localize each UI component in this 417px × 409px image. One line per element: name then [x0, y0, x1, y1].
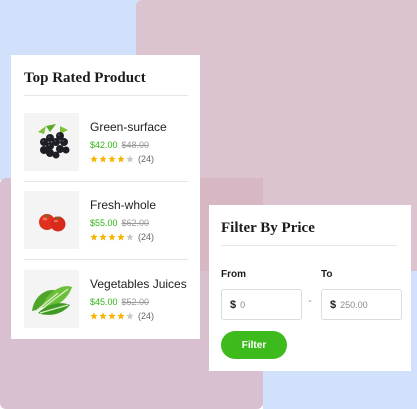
star-icon [126, 312, 134, 320]
product-price: $42.00 $48.00 [90, 140, 149, 150]
star-icon [90, 233, 98, 241]
star-icon [90, 155, 98, 163]
range-separator: - [308, 295, 312, 307]
product-item[interactable]: Green-surface $42.00 $48.00 (24) [24, 113, 188, 191]
current-price: $42.00 [90, 140, 118, 150]
current-price: $55.00 [90, 218, 118, 228]
stars [90, 312, 135, 320]
star-icon [108, 155, 116, 163]
product-name[interactable]: Vegetables Juices [90, 277, 187, 291]
spinach-icon [31, 286, 72, 315]
star-icon [108, 312, 116, 320]
from-label: From [221, 269, 246, 280]
star-rating: (24) [90, 154, 154, 164]
min-price-placeholder: 0 [240, 299, 246, 310]
star-icon [99, 155, 107, 163]
product-name[interactable]: Fresh-whole [90, 198, 156, 212]
review-count: (24) [138, 154, 155, 164]
product-thumbnail[interactable] [24, 113, 79, 171]
top-rated-title: Top Rated Product [24, 70, 146, 86]
review-count: (24) [138, 232, 155, 242]
star-icon [99, 312, 107, 320]
star-icon [90, 312, 98, 320]
old-price: $48.00 [121, 140, 150, 150]
item-divider [24, 181, 188, 182]
blackberry-icon [37, 124, 69, 159]
product-name[interactable]: Green-surface [90, 120, 167, 134]
product-thumbnail[interactable] [24, 270, 79, 328]
star-icon [117, 233, 125, 241]
stars [90, 155, 135, 163]
star-icon [99, 233, 107, 241]
product-item[interactable]: Vegetables Juices $45.00 $52.00 (24) [24, 270, 188, 348]
tomato-icon [38, 214, 65, 232]
star-icon [126, 233, 134, 241]
filter-by-price-card: Filter By Price From To $ 0 - $ 250.00 F… [209, 205, 411, 371]
product-price: $45.00 $52.00 [90, 297, 149, 307]
star-icon [117, 155, 125, 163]
filter-button[interactable]: Filter [221, 331, 287, 359]
old-price: $52.00 [121, 297, 150, 307]
title-divider [24, 95, 188, 96]
product-price: $55.00 $62.00 [90, 218, 149, 228]
product-thumbnail[interactable] [24, 191, 79, 249]
star-icon [126, 155, 134, 163]
star-icon [117, 312, 125, 320]
star-icon [108, 233, 116, 241]
stars [90, 233, 135, 241]
to-label: To [321, 269, 333, 280]
current-price: $45.00 [90, 297, 118, 307]
product-item[interactable]: Fresh-whole $55.00 $62.00 (24) [24, 191, 188, 269]
review-count: (24) [138, 311, 155, 321]
title-divider [221, 245, 397, 246]
currency-symbol: $ [230, 298, 237, 311]
star-rating: (24) [90, 232, 154, 242]
min-price-input[interactable]: $ 0 [221, 289, 302, 320]
top-rated-product-card: Top Rated Product Green-surface $42.00 $… [11, 55, 200, 339]
currency-symbol: $ [330, 298, 337, 311]
max-price-input[interactable]: $ 250.00 [321, 289, 402, 320]
star-rating: (24) [90, 311, 154, 321]
filter-title: Filter By Price [221, 220, 315, 236]
item-divider [24, 259, 188, 260]
old-price: $62.00 [121, 218, 150, 228]
max-price-placeholder: 250.00 [340, 299, 368, 310]
